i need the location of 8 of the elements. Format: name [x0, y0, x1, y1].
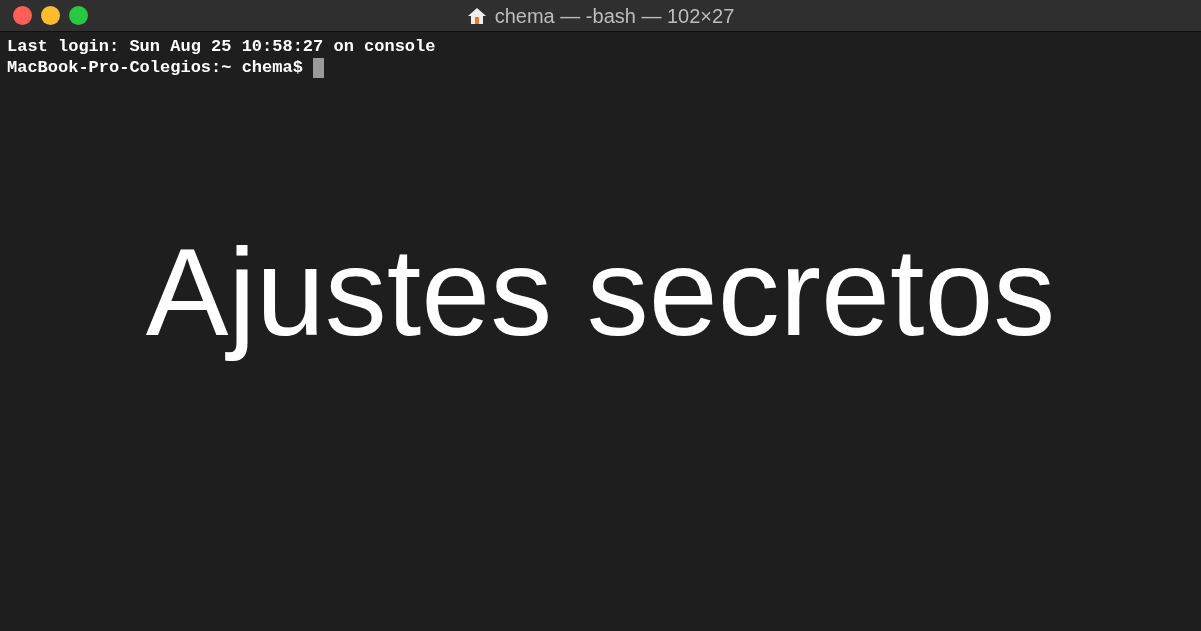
house-icon — [466, 6, 487, 26]
close-button[interactable] — [13, 6, 32, 25]
overlay-title: Ajustes secretos — [145, 222, 1056, 363]
terminal-line: Last login: Sun Aug 25 10:58:27 on console — [7, 36, 436, 57]
terminal-line: MacBook-Pro-Colegios:~ chema$ — [7, 57, 304, 78]
window-title: chema — -bash — 102×27 — [494, 4, 735, 29]
zoom-button[interactable] — [69, 6, 88, 25]
minimize-button[interactable] — [41, 6, 60, 25]
